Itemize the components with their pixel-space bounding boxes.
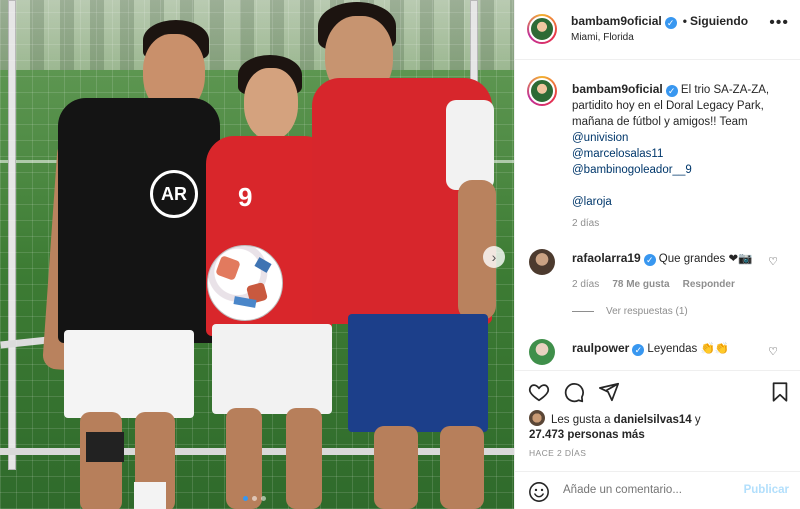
reply-button[interactable]: Responder [683, 279, 735, 290]
comment-like-heart-icon[interactable]: ♡ [768, 255, 778, 268]
caption-username[interactable]: bambam9oficial [572, 82, 663, 96]
post-header: bambam9oficial ✓ • Siguiendo Miami, Flori… [515, 0, 800, 60]
person-left-shirt [58, 98, 220, 343]
verified-badge-icon: ✓ [643, 254, 656, 266]
comment-likes[interactable]: 78 Me gusta [612, 279, 669, 290]
comment-username[interactable]: raulpower [572, 341, 629, 355]
carousel-dot-2 [252, 496, 257, 501]
person-left-sock [134, 482, 166, 509]
carousel-next-button[interactable]: › [483, 246, 505, 268]
mention-link[interactable]: @bambinogoleador__9 [572, 164, 692, 176]
author-username[interactable]: bambam9oficial [571, 14, 662, 28]
post-location[interactable]: Miami, Florida [571, 32, 634, 43]
likes-summary: Les gusta a danielsilvas14 y 27.473 pers… [529, 410, 794, 443]
person-middle-shorts [212, 324, 332, 414]
post-caption: bambam9oficial ✓ El trio SA-ZA-ZA, partid… [572, 81, 792, 210]
add-comment-input[interactable] [563, 484, 733, 496]
author-avatar[interactable] [527, 14, 557, 44]
person-left-shorts [64, 330, 194, 418]
mention-link[interactable]: @univision [572, 132, 628, 144]
more-options-icon[interactable]: ••• [769, 14, 789, 32]
add-comment-bar: Publicar [515, 471, 800, 509]
soccer-ball [207, 245, 283, 321]
likes-prefix: Les gusta a [551, 414, 611, 426]
comment-time[interactable]: 2 días [572, 279, 599, 290]
like-heart-icon[interactable] [528, 381, 550, 403]
caption-time[interactable]: 2 días [572, 218, 599, 229]
comment-username[interactable]: rafaolarra19 [572, 251, 641, 265]
ar-logo-badge: AR [150, 170, 198, 218]
person-left-knee-brace [86, 432, 124, 462]
instagram-post: AR 9 › bambam9oficial ✓ • Siguiendo Miam… [0, 0, 800, 509]
comment-bubble-icon[interactable] [563, 381, 585, 403]
post-photo[interactable]: AR 9 › [0, 0, 514, 509]
action-bar [515, 370, 800, 410]
comment-like-heart-icon[interactable]: ♡ [768, 345, 778, 358]
comment-text: Que grandes ❤📷 [658, 253, 753, 265]
liker-avatar[interactable] [529, 410, 545, 426]
verified-badge-icon: ✓ [632, 344, 645, 356]
verified-badge-icon: ✓ [665, 85, 678, 97]
likes-conjunction: y [694, 414, 701, 426]
view-replies-label: Ver respuestas (1) [606, 306, 688, 317]
follow-separator: • [682, 14, 687, 28]
person-middle-leg-right [286, 408, 322, 509]
commenter-avatar[interactable] [529, 249, 555, 275]
caption-avatar[interactable] [527, 76, 557, 106]
person-right-leg-right [440, 426, 484, 509]
carousel-dot-3 [261, 496, 266, 501]
carousel-dots [243, 496, 266, 501]
person-middle-leg-left [226, 408, 262, 509]
commenter-avatar[interactable] [529, 339, 555, 365]
following-button[interactable]: Siguiendo [690, 14, 748, 28]
mention-link[interactable]: @laroja [572, 196, 612, 208]
person-right-leg-left [374, 426, 418, 509]
comment-row-2: raulpower ✓ Leyendas 👏👏 [572, 341, 729, 356]
likes-count[interactable]: 27.473 personas más [529, 429, 645, 441]
share-paper-plane-icon[interactable] [598, 381, 620, 403]
post-timestamp[interactable]: HACE 2 DÍAS [529, 448, 586, 458]
publish-button[interactable]: Publicar [744, 484, 789, 496]
person-right-shorts [348, 314, 488, 432]
comment-row-1: rafaolarra19 ✓ Que grandes ❤📷 [572, 251, 752, 266]
person-right-sleeve [446, 100, 494, 190]
mention-link[interactable]: @marcelosalas11 [572, 148, 663, 160]
comment-text: Leyendas 👏👏 [647, 343, 730, 355]
comment-meta-1: 2 días 78 Me gusta Responder [572, 278, 735, 290]
verified-badge-icon: ✓ [664, 17, 677, 29]
emoji-smiley-icon[interactable] [528, 481, 550, 503]
carousel-dot-1 [243, 496, 248, 501]
header-name-row: bambam9oficial ✓ • Siguiendo [571, 14, 748, 29]
liker-username[interactable]: danielsilvas14 [614, 414, 692, 426]
post-side-panel: bambam9oficial ✓ • Siguiendo Miami, Flori… [514, 0, 800, 509]
shirt-number: 9 [238, 182, 253, 212]
view-replies-button[interactable]: Ver respuestas (1) [572, 306, 688, 317]
save-bookmark-icon[interactable] [769, 381, 791, 403]
person-middle-head [244, 68, 298, 140]
